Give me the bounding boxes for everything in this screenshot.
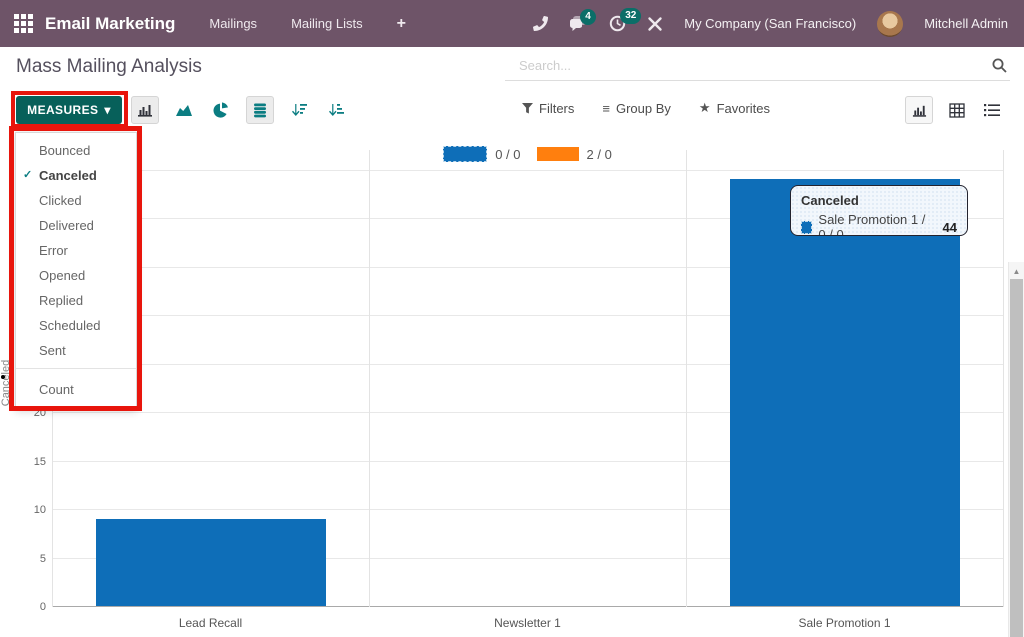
filters-label: Filters bbox=[539, 101, 574, 116]
favorites-label: Favorites bbox=[717, 101, 770, 116]
measures-option-clicked[interactable]: Clicked bbox=[16, 188, 136, 213]
category-separator bbox=[1003, 150, 1004, 607]
filters-button[interactable]: Filters bbox=[522, 101, 574, 116]
x-tick-label: Newsletter 1 bbox=[369, 616, 686, 630]
tooltip-swatch bbox=[801, 221, 812, 234]
chart-tools bbox=[131, 96, 348, 124]
measures-option-error[interactable]: Error bbox=[16, 238, 136, 263]
y-tick-label: 5 bbox=[0, 553, 46, 565]
group-by-icon: ≡ bbox=[602, 101, 610, 116]
favorites-button[interactable]: ★ Favorites bbox=[699, 100, 770, 116]
pivot-view-button[interactable] bbox=[946, 97, 968, 123]
check-icon: ✓ bbox=[23, 168, 32, 181]
gridline bbox=[52, 170, 1003, 171]
sort-ascending-button[interactable] bbox=[324, 97, 348, 123]
activities-badge: 32 bbox=[620, 8, 641, 24]
scrollbar-up-arrow-icon[interactable]: ▲ bbox=[1009, 264, 1024, 278]
measures-option-scheduled[interactable]: Scheduled bbox=[16, 313, 136, 338]
menu-mailings[interactable]: Mailings bbox=[209, 16, 257, 31]
user-avatar[interactable] bbox=[877, 11, 903, 37]
category-separator bbox=[686, 150, 687, 607]
search-icon[interactable] bbox=[991, 57, 1008, 79]
messages-icon[interactable]: 4 bbox=[569, 16, 588, 32]
tooltip-row: Sale Promotion 1 / 0 / 0 44 bbox=[791, 211, 967, 236]
filter-funnel-icon bbox=[522, 103, 533, 114]
topbar: Email Marketing Mailings Mailing Lists +… bbox=[0, 0, 1024, 47]
star-icon: ★ bbox=[699, 100, 711, 116]
y-tick-label: 0 bbox=[0, 601, 46, 613]
tooltip-series-label: Sale Promotion 1 / 0 / 0 bbox=[818, 212, 934, 236]
bar-sale-promotion-1[interactable] bbox=[730, 179, 960, 606]
measures-option-sent[interactable]: Sent bbox=[16, 338, 136, 363]
search-box bbox=[505, 54, 1010, 81]
app-window: Email Marketing Mailings Mailing Lists +… bbox=[0, 0, 1024, 637]
y-tick-label: 10 bbox=[0, 504, 46, 516]
apps-grid-icon[interactable] bbox=[0, 14, 45, 33]
chart-area: 0 / 02 / 0 Canceled 051015202530354045 L… bbox=[0, 131, 1024, 637]
title-row: Mass Mailing Analysis bbox=[0, 47, 1024, 88]
chart-tooltip: Canceled Sale Promotion 1 / 0 / 0 44 bbox=[790, 185, 968, 236]
new-mailing-button[interactable]: + bbox=[397, 15, 406, 33]
x-tick-label: Lead Recall bbox=[52, 616, 369, 630]
caret-down-icon: ▾ bbox=[104, 103, 110, 117]
measures-option-canceled[interactable]: ✓Canceled bbox=[16, 163, 136, 188]
phone-icon[interactable] bbox=[533, 16, 548, 31]
y-tick-label: 15 bbox=[0, 456, 46, 468]
tooltip-title: Canceled bbox=[791, 186, 967, 211]
page-title: Mass Mailing Analysis bbox=[16, 56, 202, 78]
control-row: MEASURES ▾ bbox=[0, 88, 1024, 132]
measures-dropdown: Bounced✓CanceledClickedDeliveredErrorOpe… bbox=[15, 132, 137, 410]
measures-option-count[interactable]: Count bbox=[16, 374, 136, 405]
topbar-right: 4 32 My Company (San Francisco) Mitchell… bbox=[533, 11, 1024, 37]
scrollbar[interactable]: ▲ bbox=[1008, 262, 1024, 637]
activities-clock-icon[interactable]: 32 bbox=[609, 15, 626, 32]
measures-option-bounced[interactable]: Bounced bbox=[16, 138, 136, 163]
menu-mailing-lists[interactable]: Mailing Lists bbox=[291, 16, 363, 31]
scrollbar-thumb[interactable] bbox=[1010, 279, 1023, 637]
x-axis-line bbox=[52, 606, 1003, 607]
company-switcher[interactable]: My Company (San Francisco) bbox=[684, 16, 856, 31]
graph-view-button[interactable] bbox=[905, 96, 933, 124]
filters-group: Filters ≡ Group By ★ Favorites bbox=[522, 100, 770, 116]
pie-chart-type-button[interactable] bbox=[209, 97, 233, 123]
measures-button-label: MEASURES bbox=[27, 103, 98, 117]
menu-divider bbox=[16, 368, 136, 369]
view-switcher bbox=[905, 96, 1003, 124]
x-axis-labels: Lead RecallNewsletter 1Sale Promotion 1 bbox=[52, 616, 1003, 634]
group-by-label: Group By bbox=[616, 101, 671, 116]
measures-button[interactable]: MEASURES ▾ bbox=[16, 96, 122, 124]
measures-option-delivered[interactable]: Delivered bbox=[16, 213, 136, 238]
sort-descending-button[interactable] bbox=[287, 97, 311, 123]
messages-badge: 4 bbox=[580, 9, 596, 25]
group-by-button[interactable]: ≡ Group By bbox=[602, 101, 671, 116]
user-menu[interactable]: Mitchell Admin bbox=[924, 16, 1008, 31]
stacked-toggle-button[interactable] bbox=[246, 96, 274, 124]
tooltip-value: 44 bbox=[943, 220, 957, 235]
measures-option-opened[interactable]: Opened bbox=[16, 263, 136, 288]
app-name[interactable]: Email Marketing bbox=[45, 14, 175, 34]
tools-icon[interactable] bbox=[647, 16, 663, 32]
search-input[interactable] bbox=[505, 54, 989, 73]
area-chart-type-button[interactable] bbox=[172, 97, 196, 123]
x-tick-label: Sale Promotion 1 bbox=[686, 616, 1003, 630]
list-view-button[interactable] bbox=[981, 97, 1003, 123]
bar-chart-type-button[interactable] bbox=[131, 96, 159, 124]
bar-lead-recall[interactable] bbox=[96, 519, 326, 606]
measures-option-replied[interactable]: Replied bbox=[16, 288, 136, 313]
category-separator bbox=[369, 150, 370, 607]
topbar-left: Email Marketing Mailings Mailing Lists + bbox=[0, 14, 406, 34]
